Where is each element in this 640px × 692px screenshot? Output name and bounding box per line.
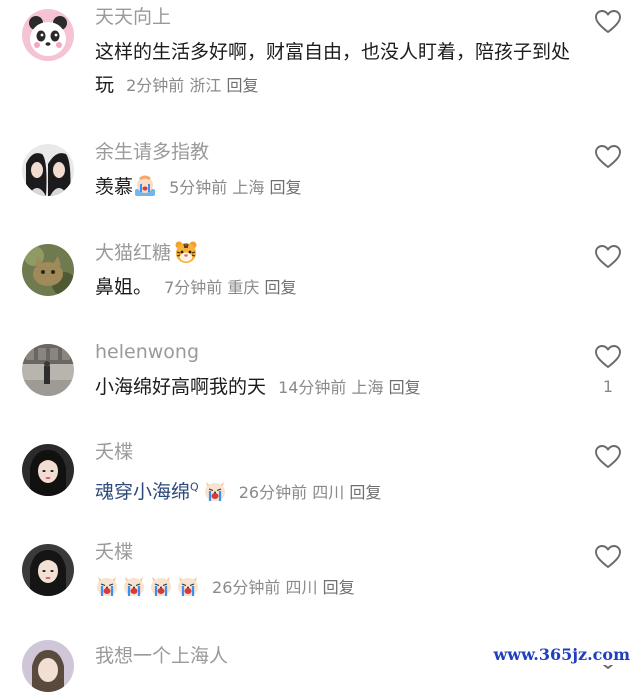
comment-meta: 14分钟前 上海 回复 [278,378,421,397]
comment-meta: 26分钟前 四川 回复 [212,578,355,597]
username[interactable]: 大猫红糖 [95,240,198,265]
username[interactable]: 余生请多指教 [95,140,209,164]
username[interactable]: 夭楪 [95,440,133,464]
cat-avatar-icon [22,244,74,296]
comment-content: 鼻姐。 7分钟前 重庆 回复 [95,271,575,304]
reply-button[interactable]: 回复 [226,76,258,95]
avatar[interactable] [22,544,74,596]
comment-content: 小海绵好高啊我的天 14分钟前 上海 回复 [95,371,575,404]
comment-time: 26分钟前 [212,578,281,597]
girl-portrait-avatar-icon [22,444,74,496]
comment-time: 2分钟前 [126,76,185,95]
crying-dog-emoji-icon [176,574,200,598]
comment-meta: 26分钟前 四川 回复 [239,483,382,502]
crying-dog-emoji-icon [149,574,173,598]
two-girls-avatar-icon [22,144,74,196]
heart-icon [595,245,621,269]
heart-icon [595,10,621,34]
comment-text: 小海绵好高啊我的天 [95,376,267,398]
tiger-face-icon [174,240,198,264]
like-button[interactable] [595,345,621,369]
crying-emoji-icon [133,174,157,198]
comment-meta: 7分钟前 重庆 回复 [164,278,296,297]
comment-location: 上海 [232,178,265,197]
crying-dog-emoji-icon [95,574,119,598]
reply-button[interactable]: 回复 [269,178,301,197]
comment-time: 5分钟前 [169,178,228,197]
street-photo-avatar-icon [22,344,74,396]
avatar[interactable] [22,344,74,396]
comment-content: 这样的生活多好啊，财富自由，也没人盯着，陪孩子到处玩 2分钟前 浙江 回复 [95,36,575,102]
comment-location: 四川 [285,578,318,597]
comment-text: 鼻姐。 [95,276,153,298]
username[interactable]: 我想一个上海人 [95,644,228,668]
girl-portrait-avatar-icon [22,544,74,596]
reply-button[interactable]: 回复 [389,378,421,397]
comment-content: 26分钟前 四川 回复 [95,571,575,604]
reply-button[interactable]: 回复 [323,578,355,597]
comment-text: 羡慕 [95,176,134,198]
username[interactable]: helenwong [95,340,199,364]
like-button[interactable] [595,545,621,569]
crying-dog-emoji-icon [122,574,146,598]
comment-meta: 2分钟前 浙江 回复 [126,76,258,95]
mention-text: 魂穿小海绵 [95,481,191,504]
heart-icon [595,345,621,369]
heart-icon [595,145,621,169]
girl-avatar-icon [22,640,74,692]
mention-link[interactable]: 魂穿小海绵Q [95,481,199,503]
reply-button[interactable]: 回复 [349,483,381,502]
comment-location: 浙江 [189,76,222,95]
avatar[interactable] [22,640,74,692]
like-button[interactable] [595,145,621,169]
comment-location: 上海 [351,378,384,397]
avatar[interactable] [22,444,74,496]
heart-icon [595,445,621,469]
comment-time: 14分钟前 [278,378,347,397]
comment-content: 魂穿小海绵Q 26分钟前 四川 回复 [95,471,575,509]
comment-content: 羡慕 5分钟前 上海 回复 [95,171,575,204]
panda-avatar-icon [22,9,74,61]
comment-location: 重庆 [227,278,260,297]
watermark: www.365jz.com [489,644,634,665]
username[interactable]: 天天向上 [95,5,171,29]
username[interactable]: 夭楪 [95,540,133,564]
heart-icon [595,545,621,569]
reply-button[interactable]: 回复 [264,278,296,297]
like-button[interactable] [595,245,621,269]
mention-marker: Q [190,481,199,494]
comment-time: 7分钟前 [164,278,223,297]
avatar[interactable] [22,9,74,61]
comment-location: 四川 [312,483,345,503]
like-button[interactable] [595,10,621,34]
avatar[interactable] [22,244,74,296]
username-text: 大猫红糖 [95,242,172,264]
comment-meta: 5分钟前 上海 回复 [169,178,301,197]
comment-time: 26分钟前 [238,483,308,503]
crying-dog-emoji-icon [203,479,227,503]
like-button[interactable] [595,445,621,469]
avatar[interactable] [22,144,74,196]
like-count: 1 [602,377,614,396]
